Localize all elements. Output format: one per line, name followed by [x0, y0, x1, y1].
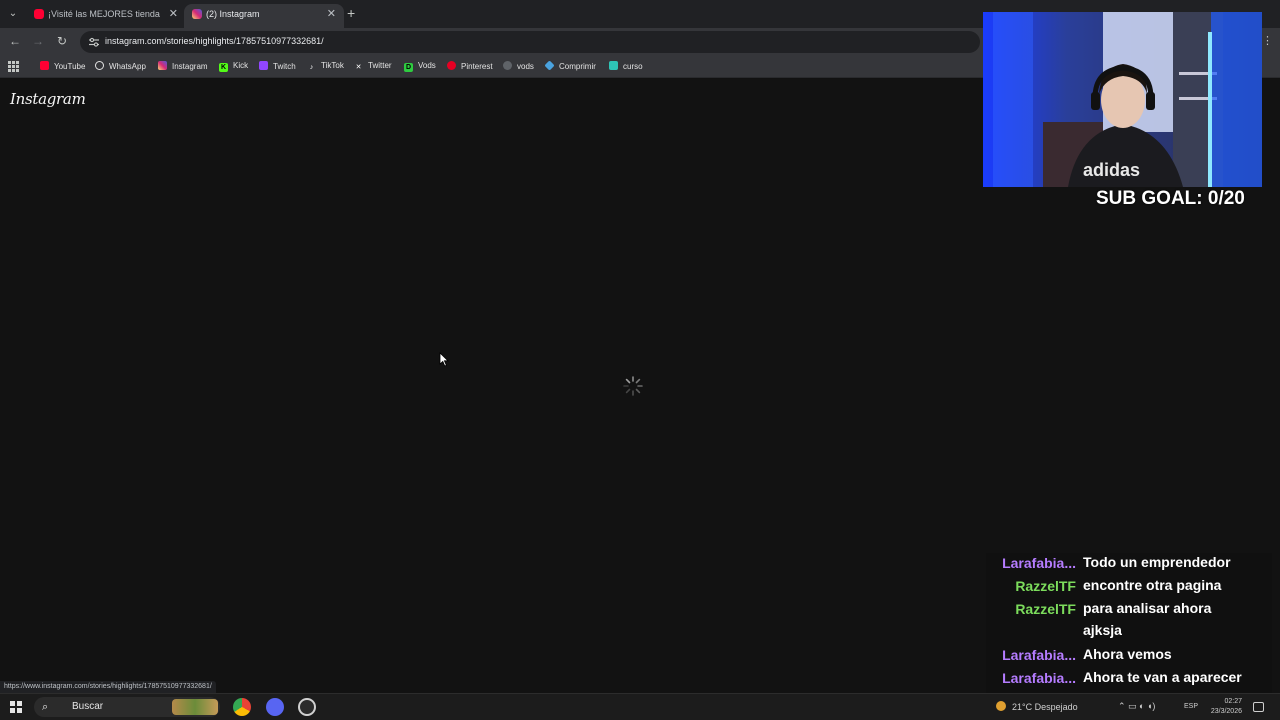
sub-goal-counter: SUB GOAL: 0/20: [1096, 188, 1245, 209]
moon-icon: [996, 701, 1006, 711]
chat-username: Larafabia...: [1002, 670, 1076, 686]
mouse-cursor-icon: [439, 352, 449, 367]
diamond-icon: [544, 60, 555, 71]
search-highlight-image: [172, 699, 218, 715]
search-icon: ⌕: [42, 701, 49, 713]
apps-grid-icon[interactable]: [8, 61, 19, 72]
weather-widget[interactable]: 21°C Despejado: [996, 701, 1078, 712]
taskbar-search[interactable]: ⌕ Buscar: [34, 697, 220, 717]
chat-text: Todo un emprendedor: [1083, 554, 1231, 570]
tab-close-icon[interactable]: ✕: [169, 7, 178, 20]
instagram-logo[interactable]: Instagram: [10, 90, 86, 108]
tab-youtube[interactable]: ¡Visité las MEJORES tiendas de I ✕: [26, 4, 186, 28]
twitch-icon: [259, 61, 268, 70]
bookmark-tiktok[interactable]: ♪ TikTok: [307, 61, 344, 72]
instagram-icon: [158, 61, 167, 70]
forward-arrow-icon[interactable]: →: [30, 34, 46, 48]
x-icon: ✕: [355, 64, 362, 71]
windows-start-icon[interactable]: [10, 701, 22, 713]
clock-date: 23/3/2026: [1210, 708, 1242, 715]
link-status-bar: https://www.instagram.com/stories/highli…: [0, 681, 216, 693]
chrome-icon[interactable]: [233, 698, 251, 716]
whatsapp-icon: [95, 61, 104, 70]
clock-time: 02:27: [1224, 698, 1242, 705]
discord-icon[interactable]: [266, 698, 284, 716]
tiktok-icon: ♪: [309, 64, 314, 71]
chat-text: para analisar ahora ajksja: [1083, 600, 1212, 638]
bookmark-pinterest[interactable]: Pinterest: [447, 61, 493, 71]
chat-username: RazzelTF: [1015, 578, 1076, 594]
address-bar[interactable]: instagram.com/stories/highlights/1785751…: [80, 31, 980, 53]
bookmark-whatsapp[interactable]: WhatsApp: [95, 61, 146, 71]
obs-icon[interactable]: [298, 698, 316, 716]
kick-icon: K: [219, 63, 228, 72]
streamer-webcam: adidas: [983, 12, 1262, 187]
chat-text: encontre otra pagina: [1083, 577, 1222, 593]
folder-icon: [609, 61, 618, 70]
bookmark-youtube[interactable]: YouTube: [40, 61, 85, 71]
menu-dots-icon[interactable]: ⋮: [1262, 34, 1273, 47]
bookmark-curso[interactable]: curso: [609, 61, 643, 71]
chat-username: Larafabia...: [1002, 555, 1076, 571]
stream-chat: Larafabia... Todo un emprendedor RazzelT…: [986, 553, 1272, 693]
bookmark-vods[interactable]: D Vods: [404, 61, 436, 72]
language-indicator[interactable]: ESP: [1184, 703, 1198, 710]
tab-close-icon[interactable]: ✕: [327, 7, 336, 20]
chat-text: Ahora vemos: [1083, 646, 1172, 662]
tab-title: (2) Instagram: [206, 9, 260, 19]
new-tab-button[interactable]: +: [347, 5, 355, 21]
instagram-icon: [192, 9, 202, 19]
taskbar-search-label: Buscar: [72, 701, 104, 712]
bookmark-twitter[interactable]: ✕ Twitter: [354, 61, 392, 72]
bookmark-twitch[interactable]: Twitch: [259, 61, 296, 71]
reload-icon[interactable]: ↻: [54, 34, 70, 48]
url-text: instagram.com/stories/highlights/1785751…: [105, 36, 324, 46]
chat-username: RazzelTF: [1015, 601, 1076, 617]
youtube-icon: [34, 9, 44, 19]
vods-alt-icon: [503, 61, 512, 70]
loading-spinner-icon: [623, 376, 643, 396]
tab-search-chevron-icon[interactable]: ⌄: [4, 5, 22, 23]
system-tray-icons[interactable]: ⌃ ▭ ◐ ◖): [1118, 701, 1155, 712]
site-info-icon[interactable]: [88, 36, 100, 48]
system-clock[interactable]: 02:27 23/3/2026: [1204, 697, 1242, 717]
youtube-icon: [40, 61, 49, 70]
vods-icon: D: [404, 63, 413, 72]
chat-text: Ahora te van a aparecer un montón: [1083, 669, 1242, 693]
tab-title: ¡Visité las MEJORES tiendas de I: [48, 9, 160, 19]
tab-instagram[interactable]: (2) Instagram ✕: [184, 4, 344, 28]
webcam-shirt-text: adidas: [1083, 160, 1141, 180]
windows-taskbar: ⌕ Buscar 21°C Despejado ⌃ ▭ ◐ ◖) ESP 02:…: [0, 693, 1280, 720]
bookmark-comprimir[interactable]: Comprimir: [544, 60, 596, 71]
chat-username: Larafabia...: [1002, 647, 1076, 663]
bookmark-kick[interactable]: K Kick: [219, 61, 248, 72]
back-arrow-icon[interactable]: ←: [7, 34, 23, 48]
pinterest-icon: [447, 61, 456, 70]
bookmark-instagram[interactable]: Instagram: [158, 61, 208, 71]
bookmark-vods-2[interactable]: vods: [503, 61, 534, 71]
notification-icon[interactable]: [1253, 702, 1264, 712]
